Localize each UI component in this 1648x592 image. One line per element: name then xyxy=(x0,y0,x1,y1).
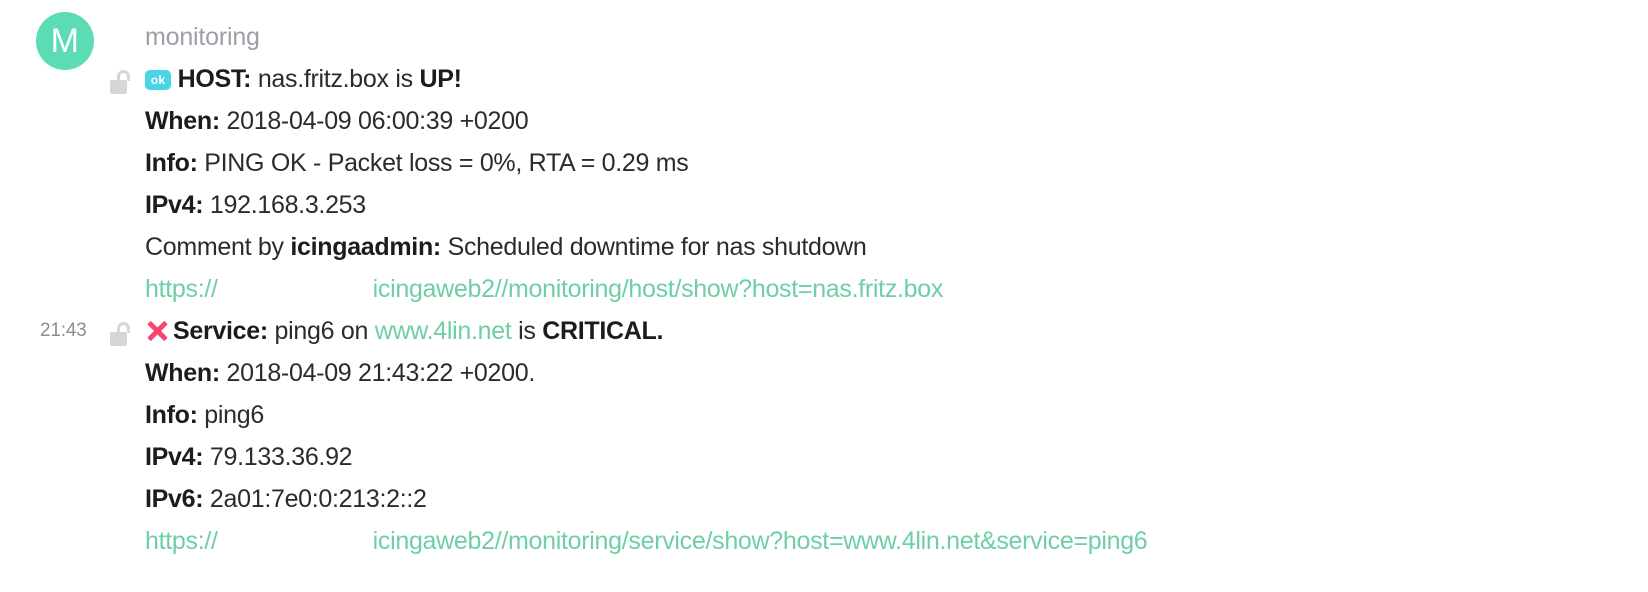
message-1-title-state: UP! xyxy=(419,65,462,93)
unlocked-padlock-icon xyxy=(110,70,132,94)
field-value: 79.133.36.92 xyxy=(203,443,353,471)
field-label: IPv4: xyxy=(145,191,204,219)
comment-author: icingaadmin: xyxy=(290,233,441,261)
url-scheme[interactable]: https:// xyxy=(145,275,218,303)
message-1-field-when: When: 2018-04-09 06:00:39 +0200 xyxy=(145,106,529,136)
url-path[interactable]: icingaweb2//monitoring/host/show?host=na… xyxy=(373,275,944,303)
url-redacted-host xyxy=(217,278,373,300)
padlock-body xyxy=(110,80,127,94)
message-group: M monitoring ok HOST: nas.fritz.box is U… xyxy=(0,0,1648,555)
message-1-field-info: Info: PING OK - Packet loss = 0%, RTA = … xyxy=(145,148,689,178)
field-value: 192.168.3.253 xyxy=(203,191,366,219)
comment-prefix: Comment by xyxy=(145,233,291,261)
field-label: Info: xyxy=(145,401,198,429)
field-label: When: xyxy=(145,107,220,135)
message-2-title-prefix: Service: xyxy=(173,317,268,345)
cross-mark-icon xyxy=(145,319,169,343)
url-path[interactable]: icingaweb2//monitoring/service/show?host… xyxy=(373,527,1148,555)
message-sender-name[interactable]: monitoring xyxy=(145,23,260,52)
url-redacted-host xyxy=(217,530,373,552)
field-label: IPv4: xyxy=(145,443,204,471)
field-value: 2a01:7e0:0:213:2::2 xyxy=(203,485,427,513)
field-value: 2018-04-09 06:00:39 +0200 xyxy=(219,107,529,135)
message-1-field-ipv4: IPv4: 192.168.3.253 xyxy=(145,190,366,220)
message-2-field-when: When: 2018-04-09 21:43:22 +0200. xyxy=(145,358,535,388)
field-value: ping6 xyxy=(197,401,264,429)
message-2-field-ipv4: IPv4: 79.133.36.92 xyxy=(145,442,353,472)
message-1-title: ok HOST: nas.fritz.box is UP! xyxy=(145,64,462,94)
message-2-field-ipv6: IPv6: 2a01:7e0:0:213:2::2 xyxy=(145,484,427,514)
message-2-title-subject: ping6 on xyxy=(267,317,375,345)
message-1-title-subject: nas.fritz.box is xyxy=(251,65,420,93)
message-2-field-info: Info: ping6 xyxy=(145,400,264,430)
field-label: When: xyxy=(145,359,220,387)
message-1-comment: Comment by icingaadmin: Scheduled downti… xyxy=(145,232,867,262)
message-1-title-prefix: HOST: xyxy=(177,65,252,93)
url-scheme[interactable]: https:// xyxy=(145,527,218,555)
comment-text: Scheduled downtime for nas shutdown xyxy=(440,233,867,261)
field-value: PING OK - Packet loss = 0%, RTA = 0.29 m… xyxy=(197,149,689,177)
unlocked-padlock-icon xyxy=(110,322,132,346)
message-2-url[interactable]: https:// icingaweb2//monitoring/service/s… xyxy=(145,526,1148,556)
message-2-title-state: CRITICAL. xyxy=(542,317,664,345)
chat-message-list: M monitoring ok HOST: nas.fritz.box is U… xyxy=(0,0,1648,592)
padlock-body xyxy=(110,332,127,346)
message-1-url[interactable]: https:// icingaweb2//monitoring/host/show… xyxy=(145,274,943,304)
field-label: Info: xyxy=(145,149,198,177)
status-badge-ok: ok xyxy=(145,70,171,90)
avatar[interactable]: M xyxy=(36,12,94,70)
message-timestamp[interactable]: 21:43 xyxy=(40,320,87,342)
message-2-host-link[interactable]: www.4lin.net xyxy=(375,317,512,345)
message-2-title: Service: ping6 on www.4lin.net is CRITIC… xyxy=(145,316,663,346)
message-2-title-connector: is xyxy=(511,317,543,345)
field-value: 2018-04-09 21:43:22 +0200. xyxy=(219,359,536,387)
field-label: IPv6: xyxy=(145,485,204,513)
